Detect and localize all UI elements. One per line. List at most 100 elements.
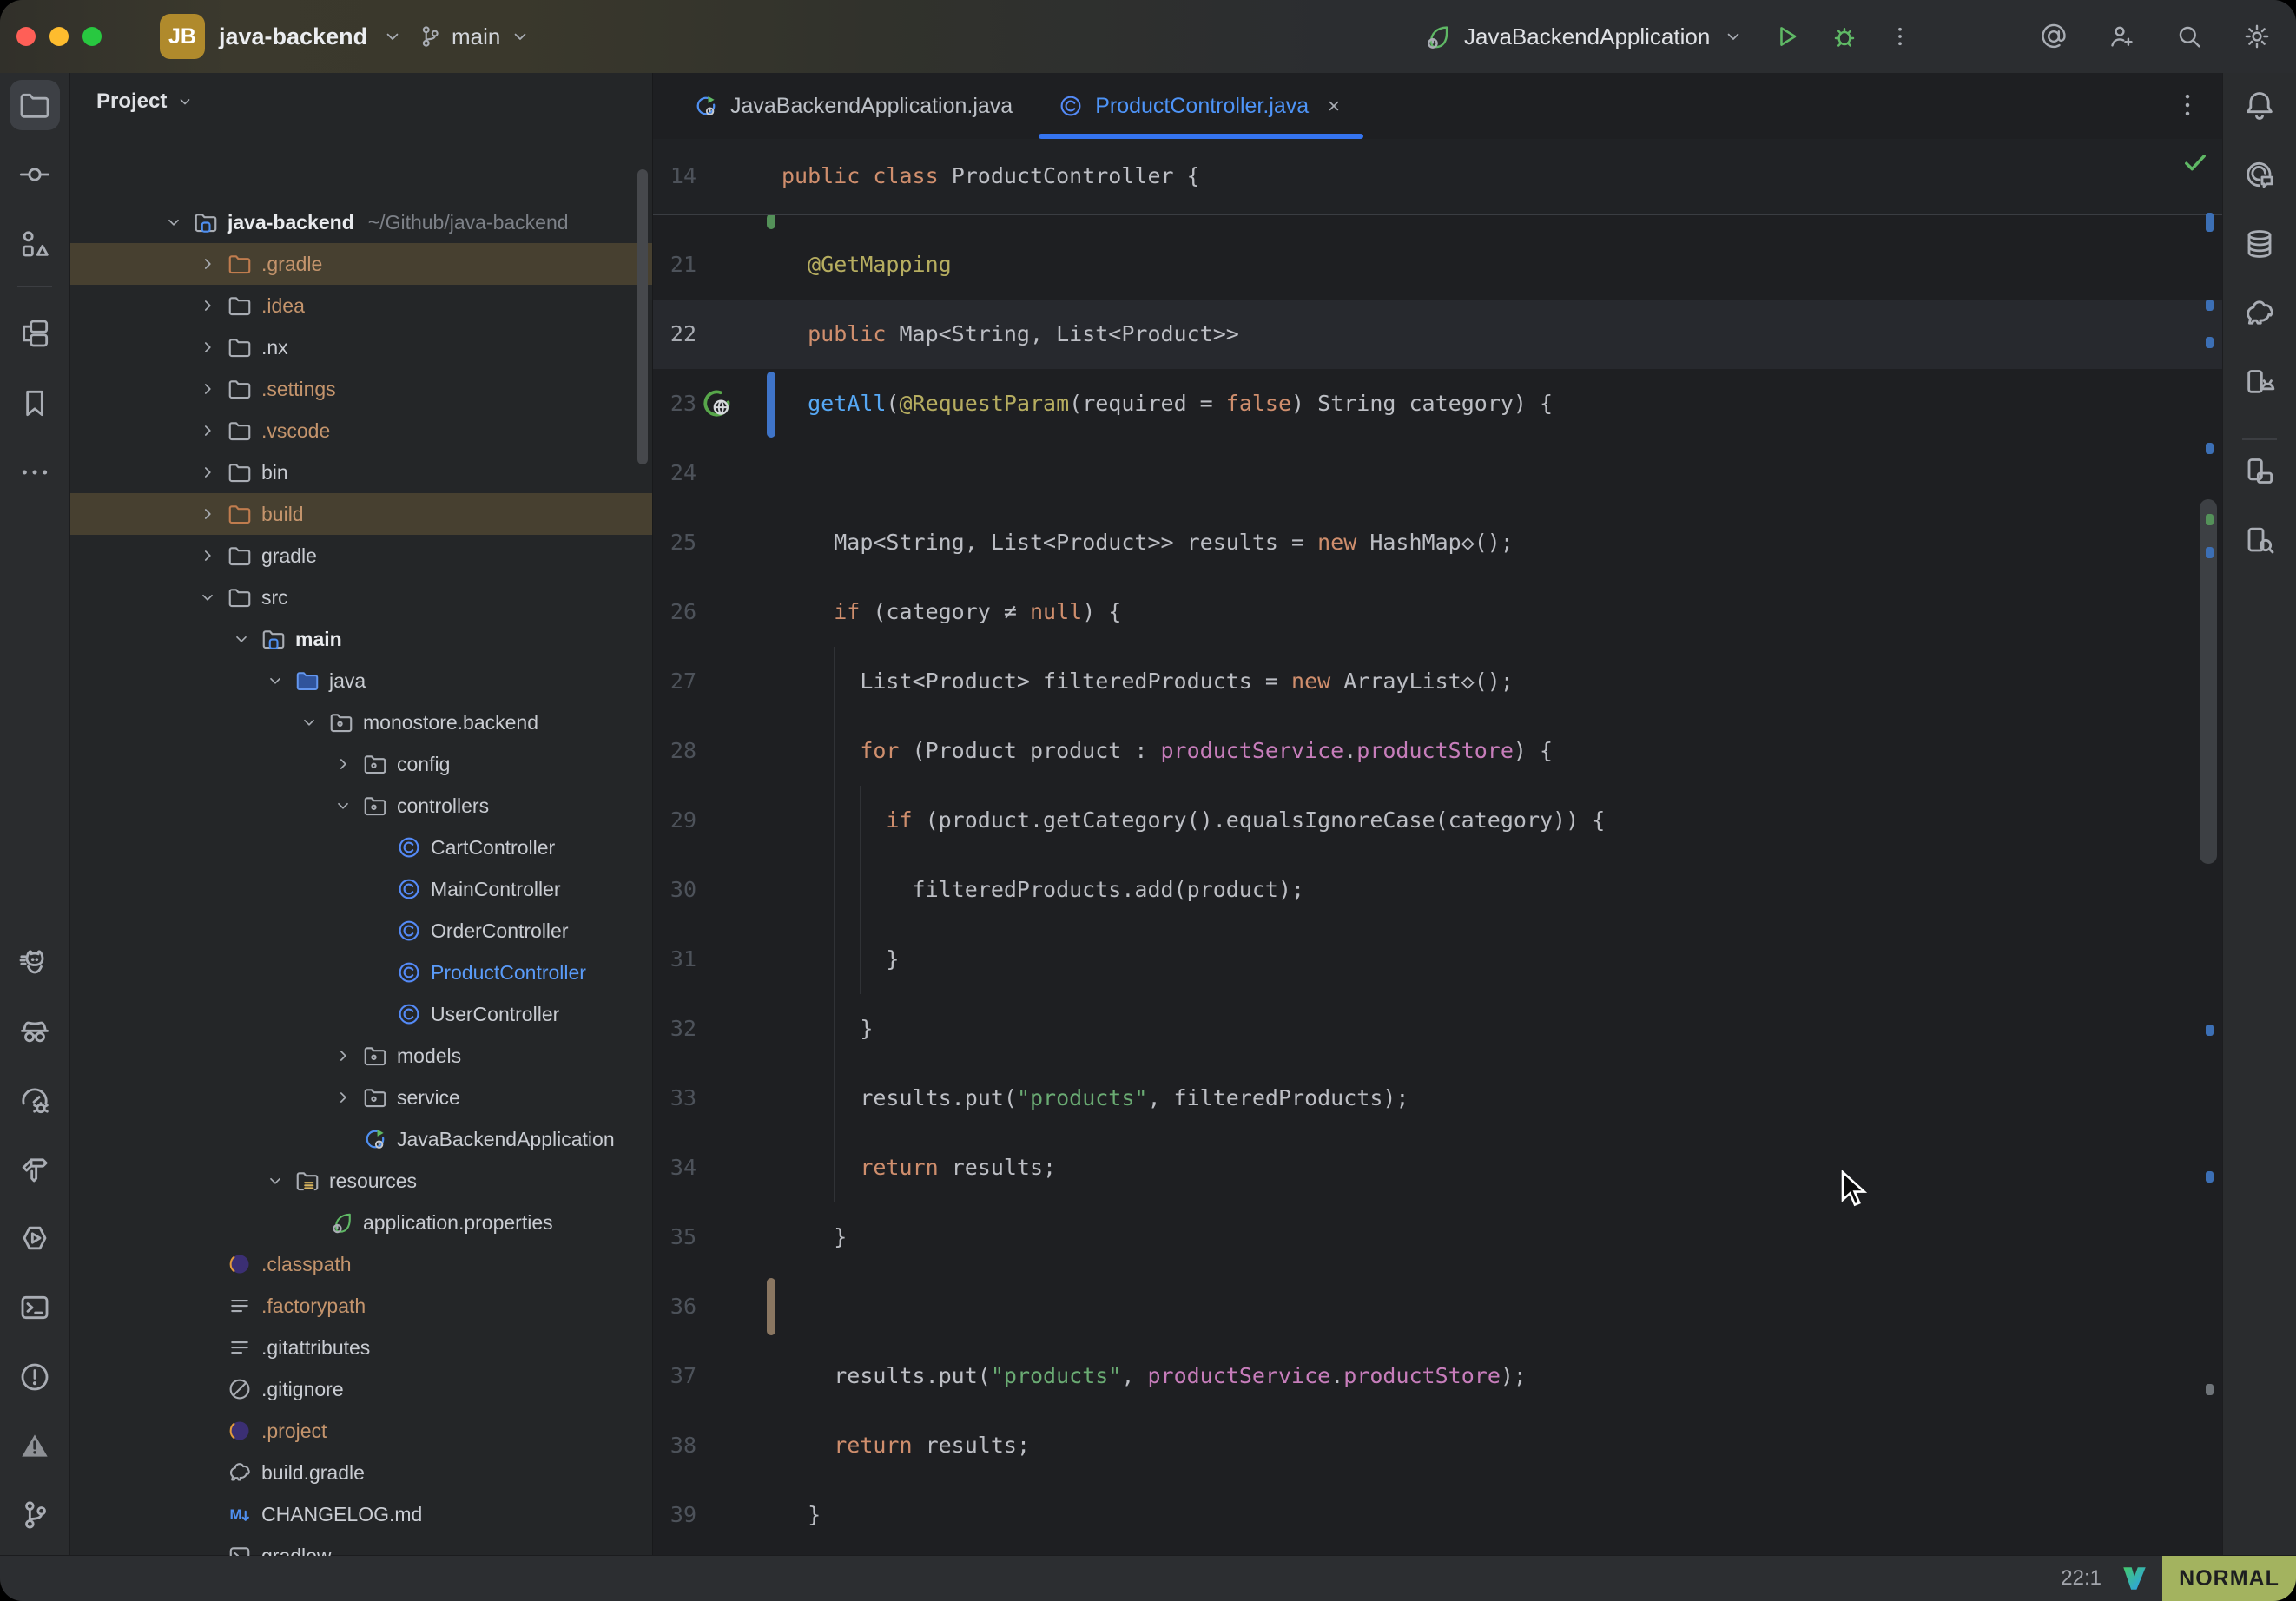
tree-item--nx[interactable]: .nx [70, 326, 652, 368]
code-line-38[interactable]: 38 return results; [653, 1411, 2222, 1480]
error-stripe-mark[interactable] [2206, 443, 2214, 454]
chevron-right-icon[interactable] [190, 420, 225, 441]
tree-item-src[interactable]: src [70, 576, 652, 618]
tree-item-service[interactable]: service [70, 1077, 652, 1118]
tree-item-maincontroller[interactable]: MainController [70, 868, 652, 910]
tree-item--settings[interactable]: .settings [70, 368, 652, 410]
scrollbar-thumb[interactable] [637, 169, 648, 464]
line-number[interactable]: 37 [653, 1341, 696, 1411]
code-editor[interactable]: 21 @GetMapping22 public Map<String, List… [653, 139, 2222, 1556]
tool-window-header[interactable]: Project [96, 82, 195, 122]
tab-productcontroller-java[interactable]: ProductController.java [1035, 73, 1367, 139]
vim-icon[interactable] [2119, 1563, 2150, 1594]
tree-item-java[interactable]: java [70, 660, 652, 702]
line-number[interactable]: 38 [653, 1411, 696, 1480]
tree-item--gitattributes[interactable]: .gitattributes [70, 1327, 652, 1368]
code-line-30[interactable]: 30 filteredProducts.add(product); [653, 855, 2222, 925]
database-icon[interactable] [2234, 219, 2285, 269]
commit-icon[interactable] [10, 149, 60, 200]
structure-icon[interactable] [10, 219, 60, 269]
line-number[interactable]: 29 [653, 786, 696, 855]
tree-item-usercontroller[interactable]: UserController [70, 993, 652, 1035]
line-number[interactable]: 32 [653, 994, 696, 1064]
line-number[interactable]: 30 [653, 855, 696, 925]
vcs-change-marker-whitespace-modified[interactable] [767, 1278, 775, 1335]
tree-item-changelog-md[interactable]: MCHANGELOG.md [70, 1493, 652, 1535]
chevron-right-icon[interactable] [190, 462, 225, 483]
line-number[interactable]: 21 [653, 230, 696, 300]
chevron-down-icon[interactable] [156, 212, 191, 233]
line-number[interactable]: 34 [653, 1133, 696, 1202]
line-number[interactable]: 26 [653, 577, 696, 647]
code-line-23[interactable]: 23 getAll(@RequestParam(required = false… [653, 369, 2222, 438]
line-number[interactable]: 36 [653, 1272, 696, 1341]
tree-item-gradlew[interactable]: gradlew [70, 1535, 652, 1556]
error-stripe-mark[interactable] [2206, 300, 2214, 311]
code-line-39[interactable]: 39 } [653, 1480, 2222, 1550]
search-icon[interactable] [2174, 22, 2204, 51]
caret-position[interactable]: 22:1 [2061, 1556, 2101, 1601]
chevron-right-icon[interactable] [190, 254, 225, 274]
chevron-right-icon[interactable] [190, 504, 225, 524]
tree-item-gradle[interactable]: gradle [70, 535, 652, 576]
chevron-down-icon[interactable] [292, 712, 327, 733]
chevron-down-icon[interactable] [326, 795, 360, 816]
chevron-down-icon[interactable] [190, 587, 225, 608]
tree-item-main[interactable]: main [70, 618, 652, 660]
tree-item-cartcontroller[interactable]: CartController [70, 827, 652, 868]
tree-item-java-backend[interactable]: java-backend~/Github/java-backend [70, 201, 652, 243]
code-line-22[interactable]: 22 public Map<String, List<Product>> [653, 300, 2222, 369]
warnings-icon[interactable] [10, 1420, 60, 1471]
minimize-window-button[interactable] [49, 27, 69, 46]
code-line-32[interactable]: 32 } [653, 994, 2222, 1064]
copilot-cat-icon[interactable] [10, 937, 60, 987]
error-stripe-mark[interactable] [2206, 1171, 2214, 1183]
tree-item-resources[interactable]: resources [70, 1160, 652, 1202]
tree-item-build[interactable]: build [70, 493, 652, 535]
tree-item--classpath[interactable]: .classpath [70, 1243, 652, 1285]
settings-gear-icon[interactable] [2242, 22, 2272, 51]
tree-item-ordercontroller[interactable]: OrderController [70, 910, 652, 952]
rest-endpoint-gutter-icon[interactable] [701, 387, 734, 425]
code-line-37[interactable]: 37 results.put("products", productServic… [653, 1341, 2222, 1411]
more-run-options-icon[interactable] [1887, 23, 1913, 49]
ai-assistant-at-icon[interactable] [2039, 22, 2068, 51]
tree-item--project[interactable]: .project [70, 1410, 652, 1452]
profiler-icon[interactable] [10, 1075, 60, 1125]
chevron-right-icon[interactable] [326, 1045, 360, 1066]
project-folder-icon[interactable] [10, 80, 60, 130]
problems-icon[interactable] [10, 1352, 60, 1402]
device-mirror-icon[interactable] [2234, 446, 2285, 497]
code-line-26[interactable]: 26 if (category ≠ null) { [653, 577, 2222, 647]
code-line-14[interactable]: 14public class ProductController { [653, 139, 2222, 214]
code-line-31[interactable]: 31 } [653, 925, 2222, 994]
tab-javabackendapplication-java[interactable]: JavaBackendApplication.java [670, 73, 1035, 139]
tree-item-models[interactable]: models [70, 1035, 652, 1077]
tree-item-javabackendapplication[interactable]: JavaBackendApplication [70, 1118, 652, 1160]
add-user-icon[interactable] [2107, 22, 2136, 51]
project-switcher[interactable]: java-backend [219, 23, 367, 50]
error-stripe-mark[interactable] [2206, 213, 2214, 232]
error-stripe-mark[interactable] [2206, 1025, 2214, 1036]
tree-item--factorypath[interactable]: .factorypath [70, 1285, 652, 1327]
more-tools-icon[interactable] [10, 447, 60, 497]
line-number[interactable]: 39 [653, 1480, 696, 1550]
vcs-change-marker-added[interactable] [767, 214, 775, 229]
editor-options-kebab-icon[interactable] [2172, 89, 2203, 125]
run-configuration-selector[interactable]: JavaBackendApplication [1464, 23, 1710, 50]
chevron-down-icon[interactable] [258, 1170, 293, 1191]
code-line-25[interactable]: 25 Map<String, List<Product>> results = … [653, 508, 2222, 577]
terminal-icon[interactable] [10, 1282, 60, 1333]
chevron-down-icon[interactable] [224, 629, 259, 649]
chevron-right-icon[interactable] [190, 295, 225, 316]
chevron-right-icon[interactable] [326, 1087, 360, 1108]
zoom-window-button[interactable] [82, 27, 102, 46]
line-number[interactable]: 22 [653, 300, 696, 369]
code-line-24[interactable]: 24 [653, 438, 2222, 508]
code-line-29[interactable]: 29 if (product.getCategory().equalsIgnor… [653, 786, 2222, 855]
close-tab-icon[interactable] [1323, 96, 1344, 116]
tree-item--vscode[interactable]: .vscode [70, 410, 652, 451]
incognito-icon[interactable] [10, 1006, 60, 1057]
code-line-33[interactable]: 33 results.put("products", filteredProdu… [653, 1064, 2222, 1133]
debug-button[interactable] [1830, 22, 1859, 51]
